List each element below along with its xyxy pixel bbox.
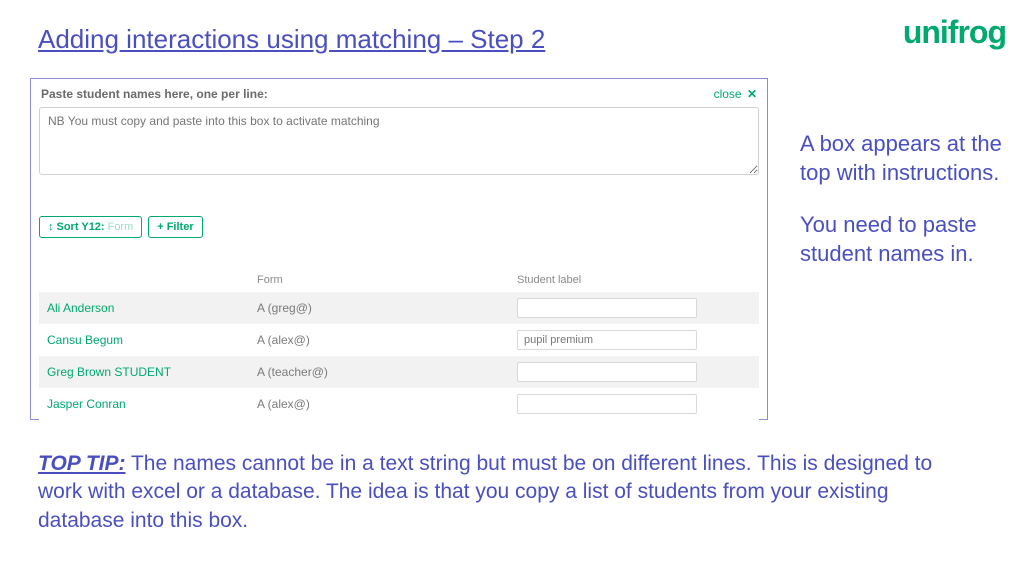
page-title: Adding interactions using matching – Ste…	[38, 24, 545, 55]
student-label-input[interactable]	[517, 394, 697, 414]
bottom-tip: TOP TIP: The names cannot be in a text s…	[38, 450, 968, 535]
student-name-link[interactable]: Ali Anderson	[39, 292, 249, 324]
paste-instruction-text: Paste student names here, one per line:	[41, 87, 268, 101]
student-name-link[interactable]: Jasper Conran	[39, 388, 249, 420]
students-table: Form Student label Ali Anderson A (greg@…	[39, 268, 759, 420]
header-name	[39, 268, 249, 292]
sort-button[interactable]: ↕ Sort Y12: Form	[39, 216, 142, 238]
student-label-input[interactable]	[517, 362, 697, 382]
header-form: Form	[249, 268, 509, 292]
filter-button[interactable]: + Filter	[148, 216, 202, 238]
side-note: A box appears at the top with instructio…	[800, 130, 1010, 292]
tip-lead: TOP TIP:	[38, 452, 126, 475]
controls-row: ↕ Sort Y12: Form + Filter	[39, 216, 759, 238]
form-cell: A (greg@)	[249, 292, 509, 324]
side-note-p2: You need to paste student names in.	[800, 211, 1010, 268]
paste-textarea[interactable]	[39, 107, 759, 175]
form-cell: A (alex@)	[249, 324, 509, 356]
sort-label-light: Form	[108, 221, 134, 233]
close-button[interactable]: close ✕	[714, 87, 757, 101]
form-cell: A (alex@)	[249, 388, 509, 420]
student-label-input[interactable]	[517, 330, 697, 350]
table-row: Cansu Begum A (alex@)	[39, 324, 759, 356]
plus-icon: +	[157, 221, 163, 233]
sort-icon: ↕	[48, 221, 54, 233]
unifrog-logo: unifrog	[903, 14, 1006, 51]
student-name-link[interactable]: Cansu Begum	[39, 324, 249, 356]
table-row: Greg Brown STUDENT A (teacher@)	[39, 356, 759, 388]
close-label: close	[714, 87, 742, 101]
app-panel: Paste student names here, one per line: …	[30, 78, 768, 420]
student-name-link[interactable]: Greg Brown STUDENT	[39, 356, 249, 388]
tip-body: The names cannot be in a text string but…	[38, 452, 932, 532]
form-cell: A (teacher@)	[249, 356, 509, 388]
close-icon: ✕	[747, 87, 757, 101]
filter-label: Filter	[167, 221, 194, 233]
student-label-input[interactable]	[517, 298, 697, 318]
header-label: Student label	[509, 268, 759, 292]
sort-label-strong: Sort Y12:	[57, 221, 105, 233]
paste-instruction-row: Paste student names here, one per line: …	[39, 85, 759, 107]
side-note-p1: A box appears at the top with instructio…	[800, 130, 1010, 187]
table-row: Ali Anderson A (greg@)	[39, 292, 759, 324]
table-row: Jasper Conran A (alex@)	[39, 388, 759, 420]
